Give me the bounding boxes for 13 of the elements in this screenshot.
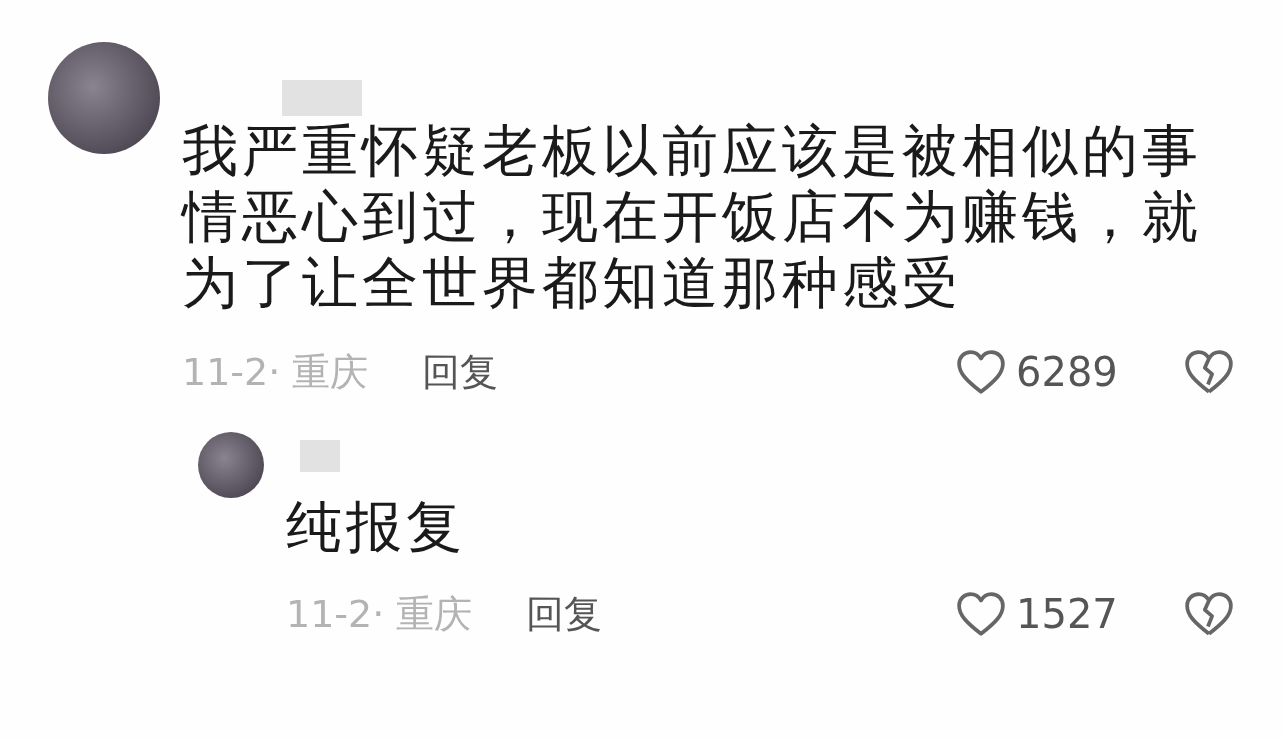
blurred-username bbox=[300, 440, 340, 472]
like-icon[interactable] bbox=[956, 349, 1006, 395]
comment-text: 我严重怀疑老板以前应该是被相似的事情恶心到过，现在开饭店不为赚钱，就为了让全世界都知道那种感受 bbox=[182, 118, 1203, 316]
broken-heart-icon[interactable] bbox=[1184, 349, 1234, 395]
comment-text: 纯报复 bbox=[286, 494, 467, 560]
date-location: 11-2· 重庆 bbox=[286, 590, 473, 638]
like-count: 1527 bbox=[1016, 591, 1119, 637]
broken-heart-icon[interactable] bbox=[1184, 591, 1234, 637]
reply-link[interactable]: 回复 bbox=[422, 346, 499, 398]
reply-link[interactable]: 回复 bbox=[526, 588, 603, 640]
like-icon[interactable] bbox=[956, 591, 1006, 637]
like-count: 6289 bbox=[1016, 349, 1119, 395]
date-location: 11-2· 重庆 bbox=[182, 348, 369, 396]
